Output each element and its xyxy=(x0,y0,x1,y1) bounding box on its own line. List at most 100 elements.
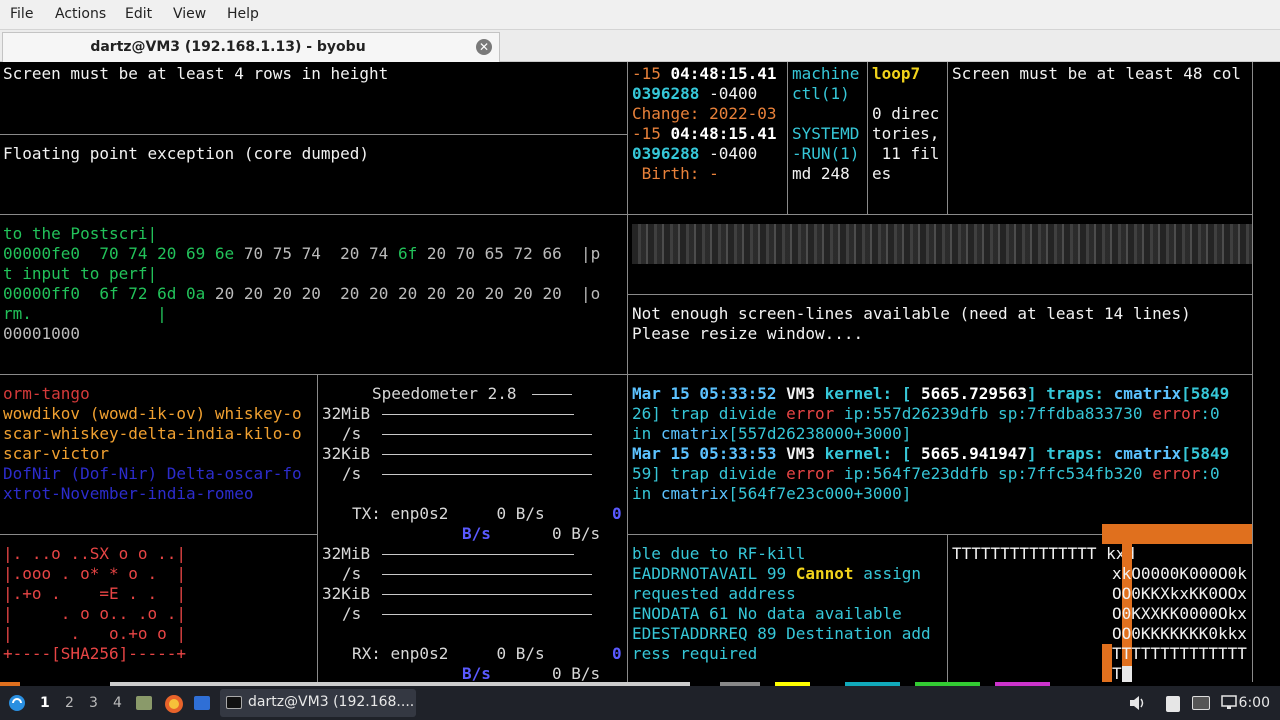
hex-line: 00000fe0 70 74 20 69 6e 70 75 74 20 74 6… xyxy=(3,244,601,263)
randomart-line: | . o o.. .o .| xyxy=(3,604,187,623)
man-line: ctl(1) xyxy=(792,84,850,103)
pane-divider xyxy=(0,534,318,535)
tab-title: dartz@VM3 (192.168.1.13) - byobu xyxy=(90,39,366,55)
log-line: Mar 15 05:33:53 VM3 kernel: [ 5665.94194… xyxy=(632,444,1230,463)
graph-line xyxy=(382,614,592,615)
loop-line: 11 fil xyxy=(872,144,940,163)
stat-line: -15 04:48:15.41 xyxy=(632,124,777,143)
workspace-2[interactable]: 2 xyxy=(65,695,74,711)
orange-block xyxy=(1102,524,1252,544)
randomart-line: |.ooo . o* * o . | xyxy=(3,564,187,583)
menu-file[interactable]: File xyxy=(10,6,33,22)
phonetic-line: scar-victor xyxy=(3,444,109,463)
rx-unit: B/s xyxy=(462,664,491,683)
taskbar: 1 2 3 4 dartz@VM3 (192.168.... 6:00 xyxy=(0,686,1280,720)
document-icon[interactable] xyxy=(1166,696,1180,712)
log-line: Mar 15 05:33:52 VM3 kernel: [ 5665.72956… xyxy=(632,384,1230,403)
graph-line xyxy=(532,394,572,395)
phonetic-line: scar-whiskey-delta-india-kilo-o xyxy=(3,424,302,443)
orange-bar xyxy=(1102,644,1112,684)
taskbar-terminal-item[interactable]: dartz@VM3 (192.168.... xyxy=(220,689,416,717)
randomart-line: |. ..o ..SX o o ..| xyxy=(3,544,187,563)
loop-line: 0 direc xyxy=(872,104,940,123)
pane-divider xyxy=(628,214,1252,215)
scale-label: 32KiB xyxy=(322,444,371,463)
randomart-line: +----[SHA256]-----+ xyxy=(3,644,187,663)
ko-line: TTTTTTTTTTTTTT xyxy=(1112,644,1247,663)
app-menu-icon[interactable] xyxy=(8,694,26,712)
tab-bar: dartz@VM3 (192.168.1.13) - byobu ✕ xyxy=(0,30,1280,62)
log-line: 59] trap divide error ip:564f7e23ddfb sp… xyxy=(632,464,1220,483)
errno-line: ENODATA 61 No data available xyxy=(632,604,902,623)
log-line: in cmatrix[557d26238000+3000] xyxy=(632,424,912,443)
pane-divider xyxy=(628,374,1252,375)
terminal-tab[interactable]: dartz@VM3 (192.168.1.13) - byobu ✕ xyxy=(2,32,500,62)
pane-message: Please resize window.... xyxy=(632,324,864,343)
phonetic-line: wowdikov (wowd-ik-ov) whiskey-o xyxy=(3,404,302,423)
randomart-line: |.+o . =E . . | xyxy=(3,584,187,603)
pane-message: Screen must be at least 48 col xyxy=(952,64,1241,83)
loop-line: tories, xyxy=(872,124,940,143)
close-icon[interactable]: ✕ xyxy=(476,39,492,55)
cursor xyxy=(1122,666,1132,682)
stat-line: 0396288 -0400 xyxy=(632,84,758,103)
scale-label: 32MiB xyxy=(322,544,371,563)
workspace-4[interactable]: 4 xyxy=(113,695,122,711)
file-manager-icon[interactable] xyxy=(136,696,152,710)
tx-rate: 0 B/s xyxy=(552,524,601,543)
graph-line xyxy=(382,574,592,575)
pane-divider xyxy=(0,134,627,135)
task-title: dartz@VM3 (192.168.... xyxy=(248,694,415,710)
menu-view[interactable]: View xyxy=(173,6,206,22)
display-icon[interactable] xyxy=(1192,696,1210,710)
errno-line: requested address xyxy=(632,584,796,603)
stat-line: Birth: - xyxy=(632,164,719,183)
ko-line: T xyxy=(1112,664,1122,683)
firefox-icon[interactable] xyxy=(164,694,184,714)
graph-line xyxy=(382,454,592,455)
pane-divider xyxy=(787,62,788,214)
scale-label: /s xyxy=(342,464,362,483)
scale-label: 32MiB xyxy=(322,404,371,423)
hex-line: to the Postscri| xyxy=(3,224,158,243)
terminal-area[interactable]: Screen must be at least 4 rows in height… xyxy=(0,62,1280,686)
network-icon[interactable] xyxy=(1220,695,1238,711)
hex-line: 00001000 xyxy=(3,324,81,343)
ko-line: OO0KKKKKKK0kkx xyxy=(1112,624,1247,643)
pane-message: Screen must be at least 4 rows in height xyxy=(3,64,389,83)
graph-line xyxy=(382,594,592,595)
workspace-3[interactable]: 3 xyxy=(89,695,98,711)
workspace-1[interactable]: 1 xyxy=(40,695,50,711)
man-line: -RUN(1) xyxy=(792,144,860,163)
rx-rate: 0 B/s xyxy=(552,664,601,683)
errno-line: ress required xyxy=(632,644,758,663)
pane-divider xyxy=(947,62,948,214)
stat-line: Change: 2022-03 xyxy=(632,104,777,123)
menu-help[interactable]: Help xyxy=(227,6,259,22)
terminal-icon xyxy=(226,696,242,709)
pane-divider xyxy=(317,374,318,686)
ko-line: xkO0000K000O0k xyxy=(1112,564,1247,583)
man-line: machine xyxy=(792,64,860,83)
ko-line: O0KXXKK0000Okx xyxy=(1112,604,1247,623)
hex-line: 00000ff0 6f 72 6d 0a 20 20 20 20 20 20 2… xyxy=(3,284,601,303)
errno-line: EDESTADDRREQ 89 Destination add xyxy=(632,624,931,643)
graph-line xyxy=(382,434,592,435)
menu-edit[interactable]: Edit xyxy=(125,6,152,22)
scale-label: /s xyxy=(342,604,362,623)
log-line: in cmatrix[564f7e23c000+3000] xyxy=(632,484,912,503)
speedometer-title: Speedometer 2.8 xyxy=(372,384,517,403)
loop-line: es xyxy=(872,164,892,183)
hex-line: rm. | xyxy=(3,304,167,323)
phonetic-line: DofNir (Dof-Nir) Delta-oscar-fo xyxy=(3,464,302,483)
graph-line xyxy=(382,474,592,475)
volume-icon[interactable] xyxy=(1128,695,1146,711)
menu-actions[interactable]: Actions xyxy=(55,6,106,22)
scale-label: /s xyxy=(342,424,362,443)
rx-label: RX: enp0s2 0 B/s xyxy=(352,644,545,663)
rx-value: 0 xyxy=(612,644,622,663)
desktop-icon[interactable] xyxy=(194,696,210,710)
tx-label: TX: enp0s2 0 B/s xyxy=(352,504,545,523)
menu-bar: File Actions Edit View Help xyxy=(0,0,1280,30)
pane-message: Floating point exception (core dumped) xyxy=(3,144,370,163)
